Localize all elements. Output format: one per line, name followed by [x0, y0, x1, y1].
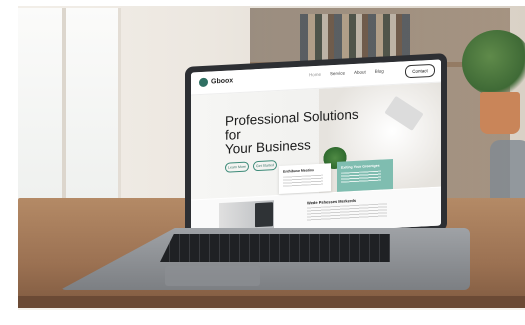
window-frame: [62, 8, 66, 213]
nav-menu: Home Service About Blog: [309, 68, 384, 77]
learn-more-button[interactable]: Learn More: [225, 161, 249, 173]
laptop-trackpad: [165, 266, 260, 286]
feature-card-title: Enthibuse Meatins: [283, 168, 314, 174]
highlight-card-title: Exiting Your Greentges: [341, 163, 380, 170]
hero-title: Professional Solutions for Your Business: [225, 107, 375, 157]
feature-card[interactable]: Enthibuse Meatins: [279, 163, 331, 194]
potted-plant: [462, 30, 525, 96]
image-border-bottom: [0, 310, 525, 325]
site-logo-mark[interactable]: Gboox: [199, 76, 234, 88]
screen-content: Gboox Home Service About Blog Contact Pr…: [191, 59, 441, 239]
plant-pot: [480, 92, 520, 134]
nav-item-service[interactable]: Service: [330, 70, 345, 76]
nav-item-about[interactable]: About: [354, 69, 366, 75]
nav-item-home[interactable]: Home: [309, 72, 321, 78]
feature-card-text: [283, 174, 323, 187]
image-border-top: [0, 0, 525, 6]
window: [18, 8, 121, 213]
laptop-keyboard: [160, 234, 390, 262]
get-started-button[interactable]: Get Started: [253, 160, 277, 172]
books: [300, 14, 410, 62]
desk-edge: [18, 296, 525, 308]
highlight-card-text: [341, 170, 381, 183]
feature-card-highlight[interactable]: Exiting Your Greentges: [337, 158, 393, 192]
nav-item-blog[interactable]: Blog: [375, 68, 384, 73]
image-border-left: [0, 0, 18, 325]
logo-circle-icon: [199, 77, 208, 88]
nav-contact-button[interactable]: Contact: [405, 63, 435, 79]
brand-text: Gboox: [211, 77, 234, 86]
photo-scene: Gboox Home Service About Blog Contact Pr…: [0, 0, 525, 325]
section-photo-device: [255, 202, 273, 228]
